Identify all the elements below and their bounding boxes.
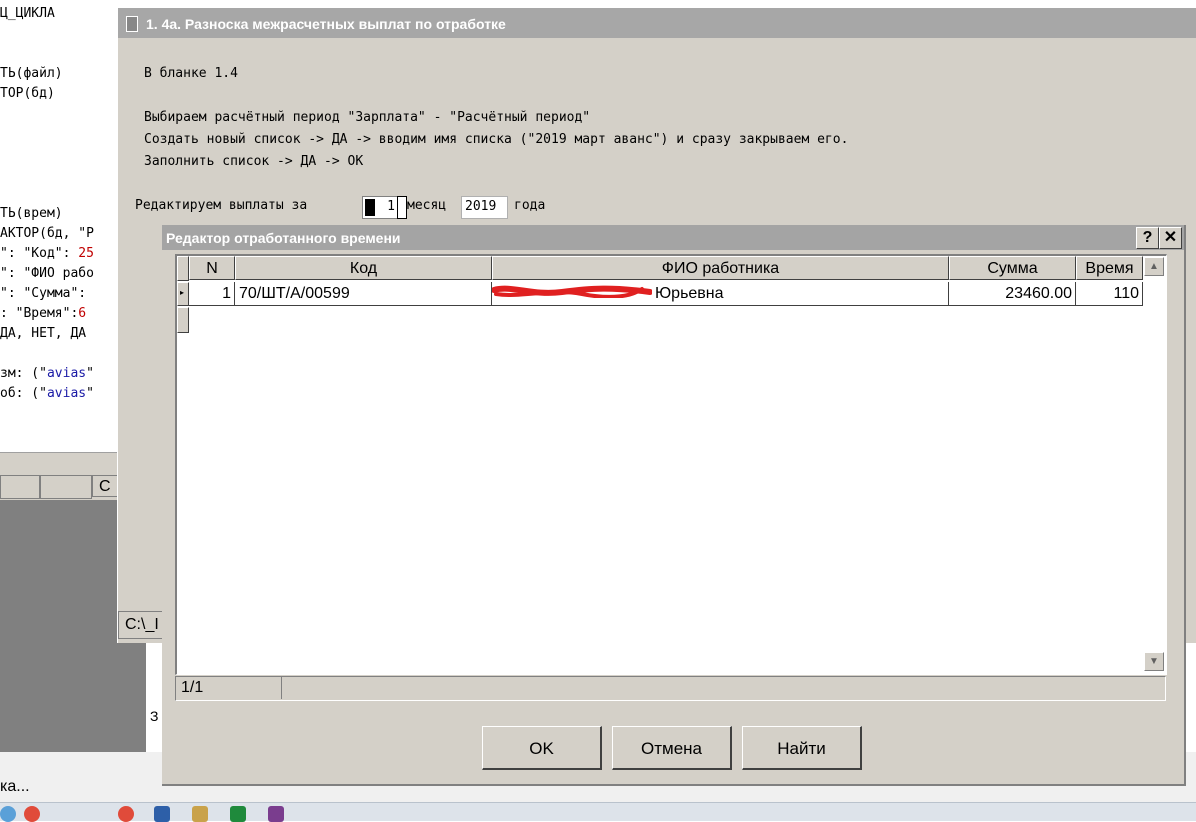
cell-sum[interactable]: 23460.00 bbox=[949, 282, 1076, 306]
cell-code[interactable]: 70/ШТ/А/00599 bbox=[235, 282, 492, 306]
year-label: года bbox=[514, 198, 546, 213]
code-text: " bbox=[86, 366, 94, 381]
code-line: ": "ФИО рабо bbox=[0, 266, 94, 281]
code-line: ТЬ(файл) bbox=[0, 66, 63, 81]
code-string: avias bbox=[46, 386, 87, 401]
column-header-n[interactable]: N bbox=[189, 256, 235, 280]
cancel-button[interactable]: Отмена bbox=[612, 726, 732, 770]
month-value: 1 bbox=[387, 199, 395, 214]
inner-dialog-title: Редактор отработанного времени bbox=[166, 230, 401, 246]
code-line: ": "Сумма": bbox=[0, 286, 87, 301]
column-header-sum[interactable]: Сумма bbox=[949, 256, 1076, 280]
cell-time[interactable]: 110 bbox=[1076, 282, 1143, 306]
outer-dialog-title: 1. 4а. Разноска межрасчетных выплат по о… bbox=[146, 16, 506, 32]
current-row-arrow-icon: ▸ bbox=[180, 288, 185, 297]
background-code-editor: Ц_ЦИКЛА ТЬ(файл) ТОР(бд) ТЬ(врем) АКТОР(… bbox=[0, 0, 118, 452]
panel-fragment: З bbox=[150, 708, 159, 724]
ok-button[interactable]: OK bbox=[482, 726, 602, 770]
data-grid[interactable]: N Код ФИО работника Сумма Время ▸ 1 70/Ш… bbox=[175, 254, 1167, 675]
code-number: 25 bbox=[78, 246, 94, 261]
row-indicator[interactable] bbox=[177, 307, 189, 333]
column-header-code[interactable]: Код bbox=[235, 256, 492, 280]
inner-titlebar[interactable]: Редактор отработанного времени ? ✕ bbox=[162, 225, 1184, 250]
year-value: 2019 bbox=[465, 199, 497, 214]
code-text: ": "Код": bbox=[0, 246, 79, 261]
find-button[interactable]: Найти bbox=[742, 726, 862, 770]
code-string: avias bbox=[46, 366, 87, 381]
toolbar-cell[interactable] bbox=[40, 475, 92, 499]
status-text: ка... bbox=[0, 778, 30, 795]
row-indicator[interactable]: ▸ bbox=[177, 282, 189, 306]
column-header-name[interactable]: ФИО работника bbox=[492, 256, 949, 280]
instruction-line: Создать новый список -> ДА -> вводим имя… bbox=[144, 132, 849, 147]
help-button[interactable]: ? bbox=[1136, 227, 1159, 249]
code-text: " bbox=[86, 386, 94, 401]
year-input[interactable]: 2019 bbox=[461, 196, 508, 219]
code-text: об: (" bbox=[0, 386, 47, 401]
instruction-line: В бланке 1.4 bbox=[144, 66, 238, 81]
month-label: месяц bbox=[407, 198, 447, 213]
code-line: ДА, НЕТ, ДА bbox=[0, 326, 87, 341]
toolbar-cell[interactable] bbox=[0, 475, 40, 499]
record-counter: 1/1 bbox=[177, 677, 282, 699]
edit-label: Редактируем выплаты за bbox=[135, 198, 308, 213]
column-header-time[interactable]: Время bbox=[1076, 256, 1143, 280]
code-number: 6 bbox=[78, 306, 87, 321]
scroll-down-icon[interactable]: ▼ bbox=[1144, 652, 1164, 671]
outer-titlebar[interactable]: 1. 4а. Разноска межрасчетных выплат по о… bbox=[118, 8, 1196, 38]
instruction-line: Заполнить список -> ДА -> ОК bbox=[144, 154, 364, 169]
document-icon bbox=[126, 16, 138, 32]
code-line: ТОР(бд) bbox=[0, 86, 55, 101]
redaction-mark bbox=[492, 285, 652, 298]
time-editor-dialog: Редактор отработанного времени ? ✕ N Код… bbox=[162, 225, 1186, 786]
background-toolbar: С bbox=[0, 452, 118, 501]
code-line: : "Время":6 bbox=[0, 306, 86, 321]
code-line: ": "Код": 25 bbox=[0, 246, 94, 261]
code-line: АКТОР(бд, "Р bbox=[0, 226, 94, 241]
grid-header: N Код ФИО работника Сумма Время bbox=[177, 256, 1143, 281]
month-spinner[interactable] bbox=[397, 196, 407, 219]
code-line: об: ("avias" bbox=[0, 386, 94, 401]
code-text: зм: (" bbox=[0, 366, 47, 381]
close-button[interactable]: ✕ bbox=[1159, 227, 1182, 249]
name-visible-part: Юрьевна bbox=[655, 285, 724, 302]
code-text: : "Время": bbox=[0, 306, 79, 321]
scroll-up-icon[interactable]: ▲ bbox=[1144, 257, 1164, 276]
grid-status-bar: 1/1 bbox=[175, 676, 1166, 701]
code-line: Ц_ЦИКЛА bbox=[0, 6, 55, 21]
cell-name[interactable]: Юрьевна bbox=[492, 282, 949, 306]
code-line: ТЬ(врем) bbox=[0, 206, 63, 221]
header-indicator bbox=[177, 256, 189, 281]
code-line: зм: ("avias" bbox=[0, 366, 94, 381]
taskbar bbox=[0, 802, 1196, 822]
cell-n[interactable]: 1 bbox=[189, 282, 235, 306]
text-cursor bbox=[365, 199, 375, 216]
instruction-line: Выбираем расчётный период "Зарплата" - "… bbox=[144, 110, 591, 125]
vertical-scrollbar[interactable]: ▲ ▼ bbox=[1143, 256, 1164, 671]
toolbar-cell[interactable]: С bbox=[92, 475, 118, 497]
